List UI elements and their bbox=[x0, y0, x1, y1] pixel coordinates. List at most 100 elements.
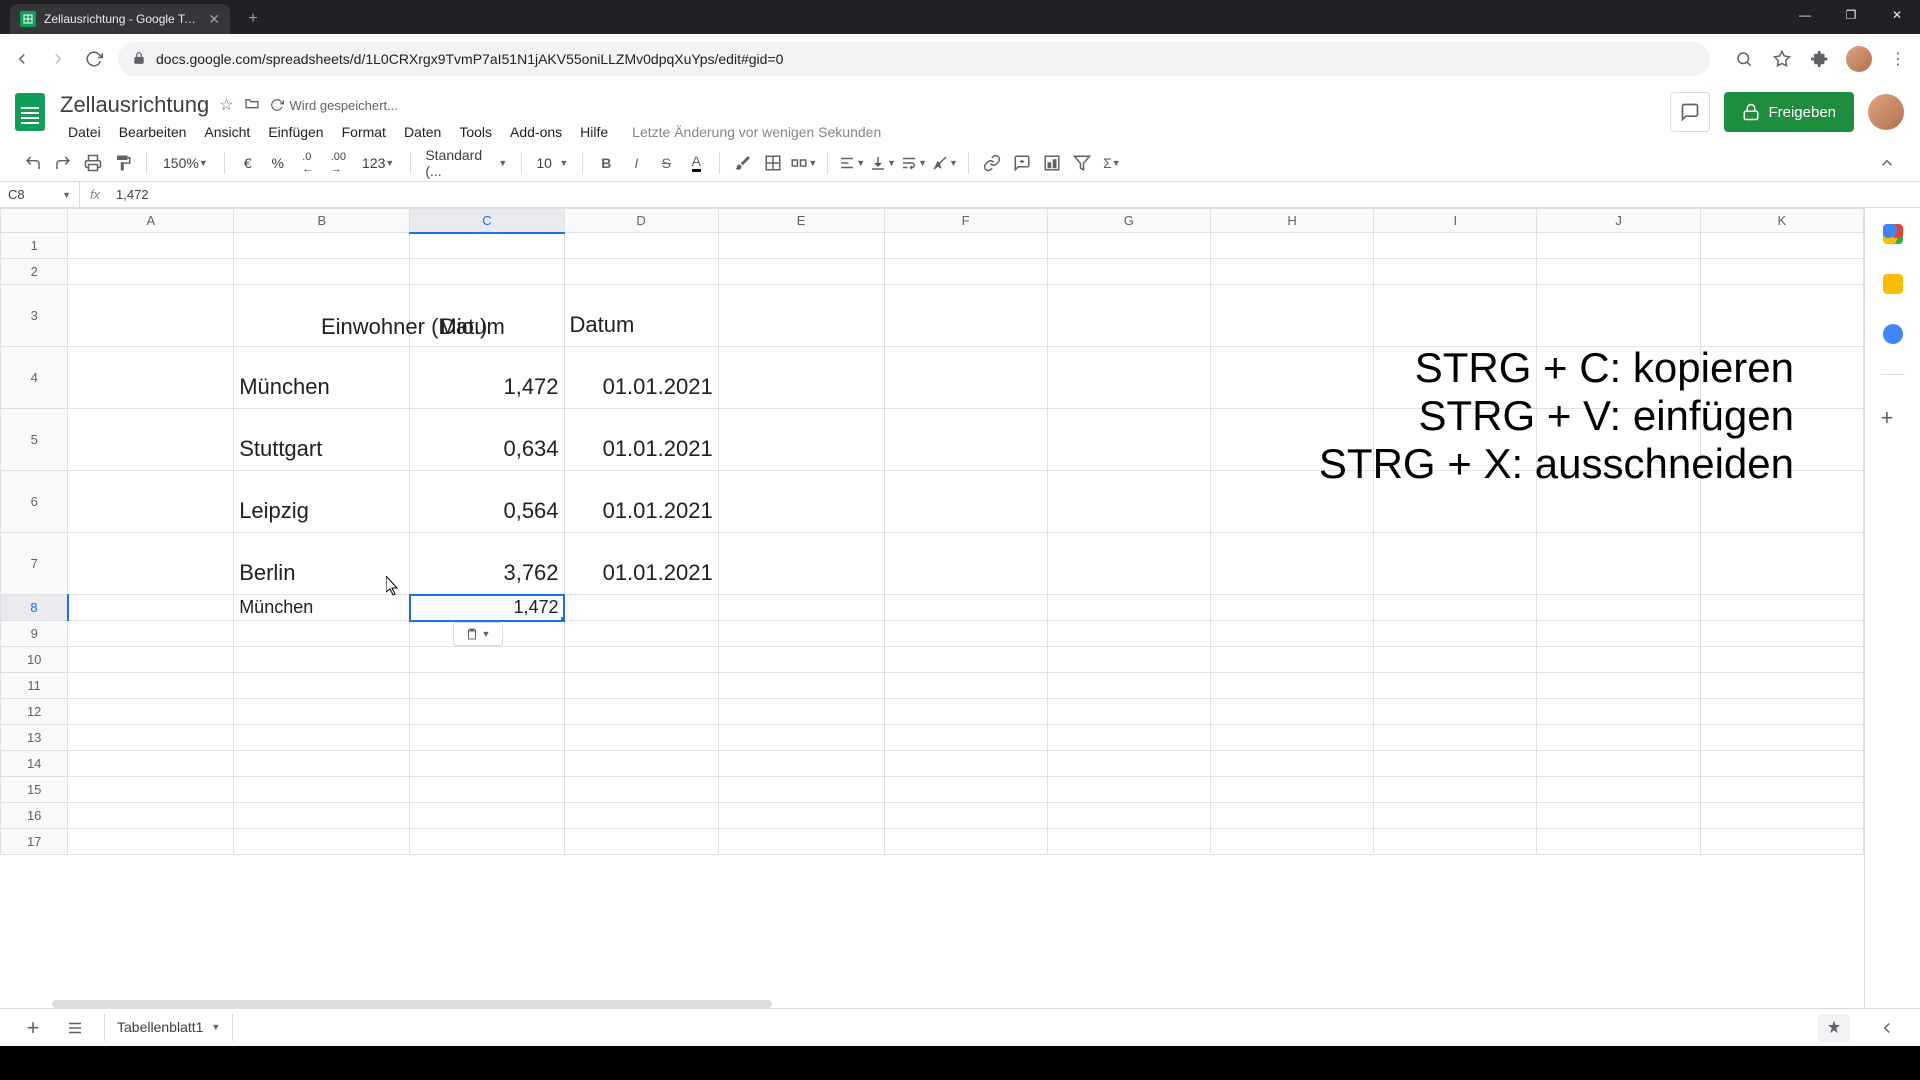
cell-D1[interactable] bbox=[564, 233, 718, 259]
window-close[interactable]: ✕ bbox=[1874, 0, 1920, 30]
cell-D17[interactable] bbox=[564, 829, 718, 855]
row-header-2[interactable]: 2 bbox=[1, 259, 68, 285]
cell-J14[interactable] bbox=[1537, 751, 1700, 777]
comments-button[interactable] bbox=[1670, 92, 1710, 132]
cell-F6[interactable] bbox=[884, 471, 1047, 533]
cell-I11[interactable] bbox=[1374, 673, 1537, 699]
cell-D4[interactable]: 01.01.2021 bbox=[564, 347, 718, 409]
cell-J11[interactable] bbox=[1537, 673, 1700, 699]
row-header-12[interactable]: 12 bbox=[1, 699, 68, 725]
cell-J3[interactable] bbox=[1537, 285, 1700, 347]
cell-H11[interactable] bbox=[1210, 673, 1373, 699]
cell-J8[interactable] bbox=[1537, 595, 1700, 621]
cell-K16[interactable] bbox=[1700, 803, 1863, 829]
col-header-C[interactable]: C bbox=[410, 209, 564, 233]
cell-K2[interactable] bbox=[1700, 259, 1863, 285]
cell-H8[interactable] bbox=[1210, 595, 1373, 621]
cell-C2[interactable] bbox=[410, 259, 564, 285]
cell-E3[interactable] bbox=[718, 285, 884, 347]
functions-button[interactable]: Σ▼ bbox=[1099, 150, 1125, 176]
cell-E2[interactable] bbox=[718, 259, 884, 285]
cell-G15[interactable] bbox=[1047, 777, 1210, 803]
cell-A4[interactable] bbox=[68, 347, 234, 409]
currency-button[interactable]: € bbox=[235, 150, 261, 176]
cell-I17[interactable] bbox=[1374, 829, 1537, 855]
cell-K13[interactable] bbox=[1700, 725, 1863, 751]
cell-E14[interactable] bbox=[718, 751, 884, 777]
cell-J1[interactable] bbox=[1537, 233, 1700, 259]
cell-A7[interactable] bbox=[68, 533, 234, 595]
cell-A12[interactable] bbox=[68, 699, 234, 725]
share-button[interactable]: Freigeben bbox=[1724, 92, 1854, 132]
cell-D16[interactable] bbox=[564, 803, 718, 829]
cell-H12[interactable] bbox=[1210, 699, 1373, 725]
cell-D15[interactable] bbox=[564, 777, 718, 803]
italic-button[interactable]: I bbox=[623, 150, 649, 176]
menu-edit[interactable]: Bearbeiten bbox=[111, 120, 195, 144]
cell-E12[interactable] bbox=[718, 699, 884, 725]
cell-F8[interactable] bbox=[884, 595, 1047, 621]
wrap-button[interactable]: ▼ bbox=[900, 150, 927, 176]
cell-H2[interactable] bbox=[1210, 259, 1373, 285]
cell-D6[interactable]: 01.01.2021 bbox=[564, 471, 718, 533]
window-minimize[interactable]: ― bbox=[1782, 0, 1828, 30]
cell-D5[interactable]: 01.01.2021 bbox=[564, 409, 718, 471]
paste-options-button[interactable]: ▼ bbox=[453, 622, 503, 646]
cell-A5[interactable] bbox=[68, 409, 234, 471]
menu-insert[interactable]: Einfügen bbox=[260, 120, 331, 144]
nav-reload-icon[interactable] bbox=[82, 47, 106, 71]
cell-K1[interactable] bbox=[1700, 233, 1863, 259]
keep-icon[interactable] bbox=[1883, 274, 1903, 294]
cell-I16[interactable] bbox=[1374, 803, 1537, 829]
cell-F14[interactable] bbox=[884, 751, 1047, 777]
sheets-logo[interactable] bbox=[10, 92, 50, 132]
cell-B14[interactable] bbox=[234, 751, 410, 777]
cell-C13[interactable] bbox=[410, 725, 564, 751]
row-header-15[interactable]: 15 bbox=[1, 777, 68, 803]
menu-file[interactable]: Datei bbox=[60, 120, 109, 144]
cell-A11[interactable] bbox=[68, 673, 234, 699]
cell-K10[interactable] bbox=[1700, 647, 1863, 673]
fill-color-button[interactable] bbox=[730, 150, 756, 176]
col-header-G[interactable]: G bbox=[1047, 209, 1210, 233]
cell-D13[interactable] bbox=[564, 725, 718, 751]
cell-A2[interactable] bbox=[68, 259, 234, 285]
cell-J12[interactable] bbox=[1537, 699, 1700, 725]
collapse-toolbar-button[interactable] bbox=[1874, 150, 1900, 176]
menu-data[interactable]: Daten bbox=[396, 120, 449, 144]
name-box[interactable]: C8▼ bbox=[0, 182, 80, 207]
menu-help[interactable]: Hilfe bbox=[572, 120, 616, 144]
percent-button[interactable]: % bbox=[265, 150, 291, 176]
cell-E4[interactable] bbox=[718, 347, 884, 409]
move-icon[interactable] bbox=[244, 95, 260, 116]
cell-E1[interactable] bbox=[718, 233, 884, 259]
cell-G12[interactable] bbox=[1047, 699, 1210, 725]
cell-D10[interactable] bbox=[564, 647, 718, 673]
cell-F4[interactable] bbox=[884, 347, 1047, 409]
cell-A15[interactable] bbox=[68, 777, 234, 803]
formula-bar[interactable]: 1,472 bbox=[110, 187, 149, 202]
cell-B8[interactable]: München bbox=[234, 595, 410, 621]
cell-D2[interactable] bbox=[564, 259, 718, 285]
menu-addons[interactable]: Add-ons bbox=[502, 120, 570, 144]
text-color-button[interactable]: A bbox=[683, 150, 709, 176]
cell-D8[interactable] bbox=[564, 595, 718, 621]
cell-B1[interactable] bbox=[234, 233, 410, 259]
row-header-7[interactable]: 7 bbox=[1, 533, 68, 595]
add-sheet-button[interactable]: + bbox=[20, 1015, 46, 1041]
col-header-H[interactable]: H bbox=[1210, 209, 1373, 233]
sheet-tab[interactable]: Tabellenblatt1▼ bbox=[104, 1014, 233, 1042]
row-header-6[interactable]: 6 bbox=[1, 471, 68, 533]
merge-button[interactable]: ▼ bbox=[790, 150, 817, 176]
zoom-select[interactable]: 150% ▼ bbox=[157, 150, 214, 176]
halign-button[interactable]: ▼ bbox=[838, 150, 865, 176]
col-header-F[interactable]: F bbox=[884, 209, 1047, 233]
col-header-D[interactable]: D bbox=[564, 209, 718, 233]
browser-profile-avatar[interactable] bbox=[1846, 46, 1872, 72]
cell-J16[interactable] bbox=[1537, 803, 1700, 829]
cell-G14[interactable] bbox=[1047, 751, 1210, 777]
cell-J10[interactable] bbox=[1537, 647, 1700, 673]
redo-button[interactable] bbox=[50, 150, 76, 176]
cell-E9[interactable] bbox=[718, 621, 884, 647]
cell-B9[interactable] bbox=[234, 621, 410, 647]
